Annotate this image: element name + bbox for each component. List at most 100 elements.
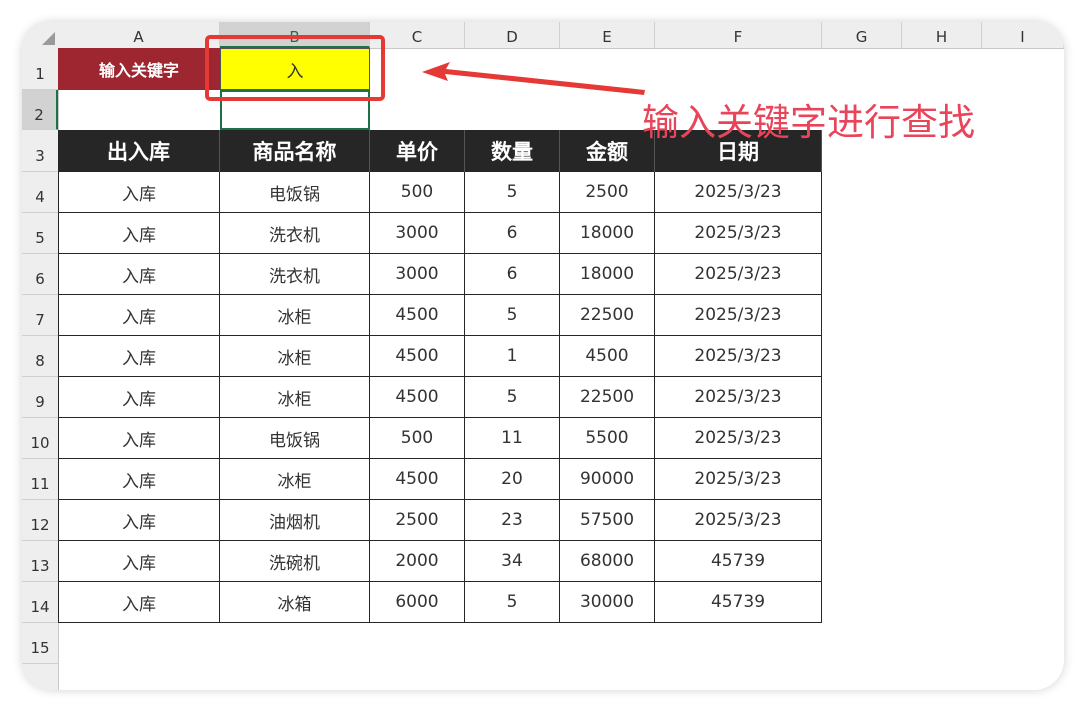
table-cell[interactable]: 500 [370, 418, 465, 459]
table-cell[interactable]: 6000 [370, 582, 465, 623]
table-cell[interactable]: 2025/3/23 [655, 336, 822, 377]
table-cell[interactable]: 23 [465, 500, 560, 541]
row-header-8[interactable]: 8 [22, 336, 58, 377]
row-header-bar: 1 2 3 4 5 6 7 8 9 10 11 12 13 14 15 [22, 48, 59, 690]
table-cell[interactable]: 6 [465, 254, 560, 295]
table-cell[interactable]: 45739 [655, 582, 822, 623]
table-cell[interactable]: 2500 [370, 500, 465, 541]
table-cell[interactable]: 2025/3/23 [655, 500, 822, 541]
table-header-1[interactable]: 出入库 [58, 130, 220, 172]
table-header-2[interactable]: 商品名称 [220, 130, 370, 172]
table-cell[interactable]: 洗衣机 [220, 254, 370, 295]
table-cell[interactable]: 入库 [58, 418, 220, 459]
row-header-13[interactable]: 13 [22, 541, 58, 582]
table-cell[interactable]: 1 [465, 336, 560, 377]
table-cell[interactable]: 6 [465, 213, 560, 254]
table-cell[interactable]: 冰柜 [220, 295, 370, 336]
column-header-g[interactable]: G [822, 22, 902, 48]
column-header-f[interactable]: F [655, 22, 822, 48]
table-cell[interactable]: 入库 [58, 582, 220, 623]
table-cell[interactable]: 2025/3/23 [655, 418, 822, 459]
row-header-10[interactable]: 10 [22, 418, 58, 459]
table-cell[interactable]: 11 [465, 418, 560, 459]
row-header-7[interactable]: 7 [22, 295, 58, 336]
column-header-d[interactable]: D [465, 22, 560, 48]
table-cell[interactable]: 2025/3/23 [655, 295, 822, 336]
keyword-highlight-box [205, 35, 385, 101]
table-cell[interactable]: 入库 [58, 459, 220, 500]
row-header-11[interactable]: 11 [22, 459, 58, 500]
row-header-3[interactable]: 3 [22, 130, 58, 172]
table-cell[interactable]: 冰箱 [220, 582, 370, 623]
table-header-5[interactable]: 金额 [560, 130, 655, 172]
table-cell[interactable]: 冰柜 [220, 336, 370, 377]
table-cell[interactable]: 5 [465, 295, 560, 336]
table-cell[interactable]: 500 [370, 172, 465, 213]
column-header-h[interactable]: H [902, 22, 982, 48]
row-header-15[interactable]: 15 [22, 623, 58, 664]
table-cell[interactable]: 2025/3/23 [655, 377, 822, 418]
table-cell[interactable]: 冰柜 [220, 377, 370, 418]
table-cell[interactable]: 电饭锅 [220, 418, 370, 459]
select-all-triangle-icon [42, 32, 55, 45]
row-header-1[interactable]: 1 [22, 48, 58, 90]
row-header-14[interactable]: 14 [22, 582, 58, 623]
table-cell[interactable]: 冰柜 [220, 459, 370, 500]
table-cell[interactable]: 4500 [370, 459, 465, 500]
table-cell[interactable]: 电饭锅 [220, 172, 370, 213]
table-cell[interactable]: 34 [465, 541, 560, 582]
table-cell[interactable]: 入库 [58, 213, 220, 254]
table-cell[interactable]: 22500 [560, 295, 655, 336]
table-cell[interactable]: 57500 [560, 500, 655, 541]
table-cell[interactable]: 4500 [370, 295, 465, 336]
table-cell[interactable]: 5 [465, 582, 560, 623]
table-cell[interactable]: 2025/3/23 [655, 459, 822, 500]
table-header-3[interactable]: 单价 [370, 130, 465, 172]
table-cell[interactable]: 入库 [58, 336, 220, 377]
table-cell[interactable]: 入库 [58, 377, 220, 418]
table-cell[interactable]: 入库 [58, 254, 220, 295]
table-cell[interactable]: 4500 [370, 377, 465, 418]
table-cell[interactable]: 入库 [58, 295, 220, 336]
table-cell[interactable]: 2025/3/23 [655, 213, 822, 254]
row-header-6[interactable]: 6 [22, 254, 58, 295]
table-cell[interactable]: 5 [465, 172, 560, 213]
table-cell[interactable]: 油烟机 [220, 500, 370, 541]
table-cell[interactable]: 5 [465, 377, 560, 418]
row-header-4[interactable]: 4 [22, 172, 58, 213]
table-cell[interactable]: 2025/3/23 [655, 172, 822, 213]
column-header-i[interactable]: I [982, 22, 1064, 48]
table-cell[interactable]: 18000 [560, 213, 655, 254]
table-cell[interactable]: 20 [465, 459, 560, 500]
table-cell[interactable]: 30000 [560, 582, 655, 623]
table-cell[interactable]: 68000 [560, 541, 655, 582]
row-header-12[interactable]: 12 [22, 500, 58, 541]
row-header-5[interactable]: 5 [22, 213, 58, 254]
table-cell[interactable]: 5500 [560, 418, 655, 459]
spreadsheet-window: ABCDEFGHI 1 2 3 4 5 6 7 8 9 10 11 12 13 14 15 输入关键字入出入… [22, 22, 1064, 690]
table-cell[interactable]: 4500 [560, 336, 655, 377]
table-cell[interactable]: 3000 [370, 213, 465, 254]
column-header-a[interactable]: A [58, 22, 220, 48]
column-header-e[interactable]: E [560, 22, 655, 48]
annotation-text: 输入关键字进行查找 [642, 101, 975, 144]
annotation-arrow-icon [422, 62, 645, 95]
table-cell[interactable]: 入库 [58, 172, 220, 213]
table-cell[interactable]: 90000 [560, 459, 655, 500]
table-cell[interactable]: 2500 [560, 172, 655, 213]
row-header-9[interactable]: 9 [22, 377, 58, 418]
table-cell[interactable]: 入库 [58, 500, 220, 541]
table-cell[interactable]: 18000 [560, 254, 655, 295]
table-cell[interactable]: 3000 [370, 254, 465, 295]
table-cell[interactable]: 2000 [370, 541, 465, 582]
row-header-2[interactable]: 2 [22, 90, 58, 130]
table-cell[interactable]: 4500 [370, 336, 465, 377]
table-cell[interactable]: 洗衣机 [220, 213, 370, 254]
select-all-corner[interactable] [22, 22, 59, 49]
table-cell[interactable]: 2025/3/23 [655, 254, 822, 295]
table-cell[interactable]: 洗碗机 [220, 541, 370, 582]
table-cell[interactable]: 45739 [655, 541, 822, 582]
table-header-4[interactable]: 数量 [465, 130, 560, 172]
table-cell[interactable]: 22500 [560, 377, 655, 418]
table-cell[interactable]: 入库 [58, 541, 220, 582]
